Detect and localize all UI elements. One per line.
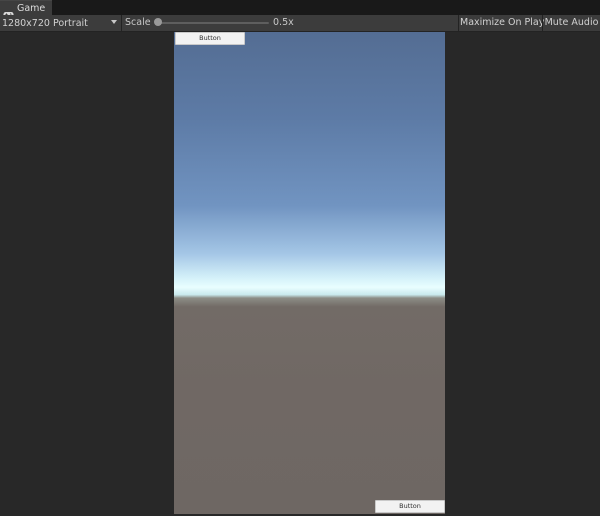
scale-value: 0.5x [273, 17, 294, 28]
scale-label: Scale [125, 17, 151, 28]
chevron-down-icon [111, 20, 117, 24]
tab-strip: Game [0, 0, 600, 19]
maximize-on-play-button[interactable]: Maximize On Play [460, 15, 544, 31]
resolution-dropdown[interactable]: 1280x720 Portrait [0, 15, 120, 31]
gamepad-icon [3, 4, 14, 19]
game-button-top[interactable]: Button [175, 32, 245, 45]
toolbar-divider [121, 15, 122, 31]
game-window: Game 1280x720 Portrait Scale 0.5x Maximi… [0, 0, 600, 516]
scale-slider-track[interactable] [157, 22, 269, 24]
mute-audio-button[interactable]: Mute Audio [543, 15, 600, 31]
game-viewport[interactable]: Button Button [174, 32, 445, 514]
scale-slider-thumb[interactable] [154, 18, 162, 26]
game-button-bottom[interactable]: Button [375, 500, 445, 513]
resolution-label: 1280x720 Portrait [2, 17, 88, 29]
toolbar-divider [458, 15, 459, 31]
tab-game[interactable]: Game [0, 0, 52, 19]
tab-label: Game [17, 2, 46, 14]
game-toolbar: 1280x720 Portrait Scale 0.5x Maximize On… [0, 15, 600, 32]
